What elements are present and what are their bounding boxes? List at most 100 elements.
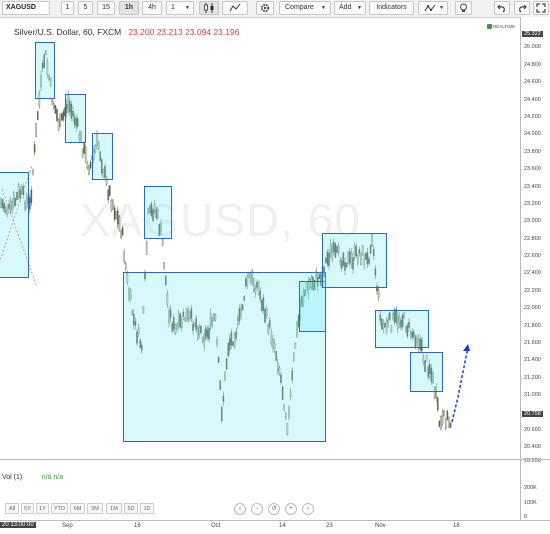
range-box[interactable] — [35, 42, 55, 99]
symbol-input[interactable]: XAGUSD — [2, 1, 50, 15]
scroll-left-button[interactable]: ‹ — [234, 503, 246, 515]
candle-body — [59, 113, 61, 128]
arrowhead-icon — [463, 344, 470, 351]
ohlc-low: 23.094 — [185, 27, 212, 37]
range-1m-button[interactable]: 1M — [106, 503, 122, 514]
volume-values: n/a n/a — [41, 474, 64, 481]
time-axis-label: 23 — [326, 523, 333, 529]
interval-dropdown[interactable]: 1 ▼ — [166, 1, 194, 15]
undo-icon — [497, 4, 505, 13]
price-axis-label: 21.000 — [524, 392, 541, 398]
time-axis-label: 14 — [279, 523, 286, 529]
range-box[interactable] — [92, 133, 113, 180]
drawing-tools-button[interactable]: ▼ — [418, 1, 448, 15]
price-axis-label: 21.200 — [524, 375, 541, 381]
zoom-out-button[interactable]: − — [251, 503, 263, 515]
redo-button[interactable] — [514, 1, 530, 15]
price-axis-label: 24.400 — [524, 97, 541, 103]
zoom-in-button[interactable]: + — [285, 503, 297, 515]
range-all-button[interactable]: All — [5, 503, 19, 514]
range-5d-button[interactable]: 5D — [124, 503, 138, 514]
range-box[interactable] — [299, 281, 326, 332]
range-box[interactable] — [65, 94, 86, 143]
candle-body — [81, 148, 84, 158]
candle-body — [448, 416, 450, 428]
price-axis-label: 23.200 — [524, 201, 541, 207]
candle-body — [56, 109, 58, 121]
price-axis-label: 20.600 — [524, 427, 541, 433]
candles-icon — [204, 3, 214, 13]
volume-axis: 200K 100K 0 — [520, 460, 550, 520]
candle-body — [443, 409, 445, 417]
undo-button[interactable] — [494, 1, 510, 15]
redo-icon — [519, 4, 527, 13]
volume-legend: Vol (1) n/a n/a — [2, 474, 63, 481]
gear-icon — [260, 3, 270, 13]
chart-title: Silver/U.S. Dollar, 60, FXCM — [14, 27, 122, 37]
candle-body — [438, 420, 441, 427]
fullscreen-button[interactable] — [533, 1, 549, 15]
price-axis-label: 24.000 — [524, 131, 541, 137]
indicators-button[interactable]: Indicators — [369, 1, 414, 15]
candle-body — [163, 262, 165, 270]
chevron-down-icon: ▼ — [357, 5, 362, 11]
settings-button[interactable] — [256, 1, 274, 15]
candles-chart-type-button[interactable] — [199, 1, 219, 15]
alerts-button[interactable] — [455, 1, 472, 15]
range-6m-button[interactable]: 6M — [70, 503, 85, 514]
reset-button[interactable]: ↺ — [268, 503, 280, 515]
bars-chart-type-button[interactable] — [222, 1, 248, 15]
compare-button[interactable]: Compare ▼ — [279, 1, 331, 15]
time-axis-label: Sep — [62, 523, 73, 529]
price-axis-label: 22.600 — [524, 253, 541, 259]
candle-body — [440, 416, 442, 430]
candle-body — [29, 197, 31, 210]
ohlc-close: 23.196 — [213, 27, 240, 37]
candle-body — [445, 419, 447, 429]
range-box[interactable] — [0, 172, 29, 278]
range-box[interactable] — [123, 272, 326, 442]
candle-body — [30, 189, 33, 203]
price-axis-label: 24.800 — [524, 62, 541, 68]
price-axis-label: 23.000 — [524, 218, 541, 224]
interval-1h[interactable]: 1h — [119, 1, 139, 15]
volume-label: Vol (1) — [2, 474, 23, 481]
bars-icon — [229, 3, 241, 12]
interval-5m[interactable]: 5 — [78, 1, 93, 15]
range-box[interactable] — [375, 310, 429, 348]
price-axis[interactable]: 25.322 25.000 24.800 24.600 24.400 24.20… — [520, 17, 550, 464]
range-1y-button[interactable]: 1Y — [36, 503, 49, 514]
time-axis-label: 16 — [134, 523, 141, 529]
range-box[interactable] — [322, 233, 387, 288]
add-button[interactable]: Add ▼ — [334, 1, 366, 15]
projection-arrow[interactable] — [451, 346, 469, 423]
candle-body — [446, 410, 449, 420]
price-axis-label: 23.400 — [524, 184, 541, 190]
scroll-right-button[interactable]: › — [302, 503, 314, 515]
interval-15m[interactable]: 15 — [97, 1, 115, 15]
range-1d-button[interactable]: 1D — [140, 503, 154, 514]
minus-icon: − — [255, 506, 259, 512]
interval-4h[interactable]: 4h — [142, 1, 162, 15]
candle-body — [86, 162, 89, 169]
range-box[interactable] — [410, 352, 443, 392]
realtime-icon — [487, 24, 492, 30]
range-box[interactable] — [144, 186, 172, 239]
chart-legend: Silver/U.S. Dollar, 60, FXCM 23.200 23.2… — [14, 27, 239, 37]
range-3m-button[interactable]: 3M — [87, 503, 103, 514]
current-price-tag: 20.758 — [522, 411, 543, 417]
ohlc-open: 23.200 — [128, 27, 155, 37]
chart-toolbar: XAGUSD 1 5 15 1h 4h 1 ▼ Compare ▼ Add ▼ Ind… — [0, 0, 550, 18]
chevron-down-icon: ▼ — [185, 5, 190, 11]
time-axis[interactable]: 20 13:00:00 Sep 16 Oct 14 23 Nov 18 — [0, 520, 550, 534]
cursor-time-label: 20 13:00:00 — [0, 522, 36, 528]
add-label: Add — [339, 4, 352, 11]
symbol-watermark: XAGUSD, 60 — [80, 194, 361, 246]
candle-body — [88, 165, 90, 176]
range-5y-button[interactable]: 5Y — [21, 503, 34, 514]
candle-body — [57, 119, 60, 131]
price-axis-max: 25.322 — [522, 31, 543, 37]
range-ytd-button[interactable]: YTD — [51, 503, 68, 514]
interval-1m[interactable]: 1 — [61, 1, 74, 15]
price-axis-label: 22.200 — [524, 288, 541, 294]
